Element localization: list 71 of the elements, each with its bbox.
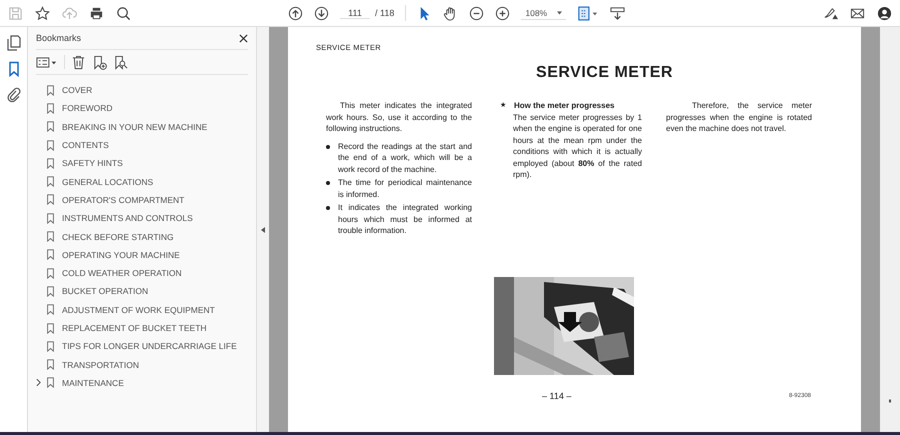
bookmark-item[interactable]: OPERATOR'S COMPARTMENT	[62, 194, 184, 205]
zoom-dropdown[interactable]: 108%	[521, 6, 566, 20]
bookmark-item[interactable]: BREAKING IN YOUR NEW MACHINE	[62, 122, 208, 132]
new-bookmark-icon[interactable]	[92, 54, 107, 70]
bookmark-icon	[47, 268, 54, 279]
bookmark-icon	[47, 377, 54, 388]
page-fit-icon[interactable]	[577, 6, 600, 20]
bullet-text: The time for periodical maintenance is informed.	[338, 177, 472, 200]
page-count: / 118	[375, 8, 394, 18]
paragraph: The service meter progresses by 1 when the engine is operated for one hours at the mean rpm under the conditions with which it is actually employed (about 80% of the rated rpm).	[512, 112, 642, 180]
caret-icon[interactable]	[557, 10, 562, 14]
bookmark-icon	[47, 212, 54, 224]
bookmark-icon	[47, 359, 54, 370]
bullet-icon	[326, 206, 330, 210]
bookmark-item[interactable]: INSTRUMENTS AND CONTROLS	[62, 213, 193, 224]
zoom-in-icon[interactable]	[495, 6, 510, 20]
bookmark-icon	[47, 340, 54, 352]
collapse-panel-icon[interactable]	[261, 226, 265, 232]
pen-sign-icon[interactable]	[823, 6, 838, 20]
bullet-text: Record the readings at the start and the end of a work, which will be a work record of the machine.	[338, 140, 472, 175]
bullet-icon	[326, 144, 330, 148]
bookmark-icon	[47, 158, 54, 169]
bookmark-icon	[47, 249, 54, 260]
paragraph: Therefore, the service meter progresses when the engine is rotated even the machine does not travel.	[666, 100, 812, 134]
bookmark-icon	[47, 322, 54, 334]
bookmark-item[interactable]: TRANSPORTATION	[62, 360, 139, 370]
bookmark-item[interactable]: SAFETY HINTS	[62, 158, 123, 168]
star-icon[interactable]	[35, 6, 50, 20]
bookmark-item[interactable]: GENERAL LOCATIONS	[62, 176, 154, 187]
user-icon[interactable]	[877, 6, 892, 20]
page-number-field[interactable]: 111	[340, 8, 370, 18]
find-bookmark-icon[interactable]	[113, 54, 128, 70]
panel-title: Bookmarks	[36, 33, 82, 43]
bookmark-icon	[47, 102, 54, 114]
bookmark-item[interactable]: CONTENTS	[62, 140, 109, 150]
page-number: – 114 –	[542, 390, 572, 400]
attachments-tab[interactable]	[6, 87, 22, 103]
bookmark-item[interactable]: CHECK BEFORE STARTING	[62, 232, 174, 242]
close-icon[interactable]	[239, 34, 248, 42]
bookmark-icon	[47, 286, 54, 297]
bullet-icon	[326, 181, 330, 185]
bullet-text: It indicates the integrated working hours which must be informed at trouble information.	[338, 202, 472, 236]
pages-tab[interactable]	[6, 35, 22, 51]
scroll-mode-icon[interactable]	[610, 6, 626, 20]
expand-icon[interactable]	[36, 379, 41, 386]
previous-page-icon[interactable]	[288, 6, 303, 20]
print-icon[interactable]	[89, 6, 104, 20]
bookmark-icon	[47, 304, 54, 316]
bookmark-item[interactable]: COVER	[62, 85, 92, 96]
bookmark-item[interactable]: OPERATING YOUR MACHINE	[62, 250, 180, 260]
bookmark-item[interactable]: ADJUSTMENT OF WORK EQUIPMENT	[62, 304, 215, 315]
page-title: SERVICE METER	[535, 64, 674, 82]
bookmark-icon	[47, 121, 54, 132]
search-icon[interactable]	[116, 6, 131, 20]
bookmark-item[interactable]: COLD WEATHER OPERATION	[62, 268, 182, 278]
bookmark-icon	[47, 84, 54, 96]
bookmark-item[interactable]: FOREWORD	[62, 103, 113, 114]
bookmark-item[interactable]: BUCKET OPERATION	[62, 286, 148, 296]
bookmark-icon	[47, 231, 54, 242]
bookmark-icon	[47, 140, 54, 151]
bookmark-item[interactable]: TIPS FOR LONGER UNDERCARRIAGE LIFE	[62, 341, 237, 352]
trash-icon[interactable]	[71, 54, 86, 70]
paragraph: This meter indicates the integrated work hours. So, use it according to the following instructions.	[326, 100, 472, 134]
bookmark-item[interactable]: MAINTENANCE	[62, 378, 124, 388]
bookmark-icon	[47, 194, 54, 206]
bookmark-item[interactable]: REPLACEMENT OF BUCKET TEETH	[62, 323, 207, 333]
next-page-icon[interactable]	[314, 6, 329, 20]
note-heading: How the meter progresses	[514, 100, 614, 112]
bookmark-icon	[47, 176, 54, 188]
options-menu-icon[interactable]	[36, 54, 58, 70]
zoom-out-icon[interactable]	[469, 6, 484, 20]
